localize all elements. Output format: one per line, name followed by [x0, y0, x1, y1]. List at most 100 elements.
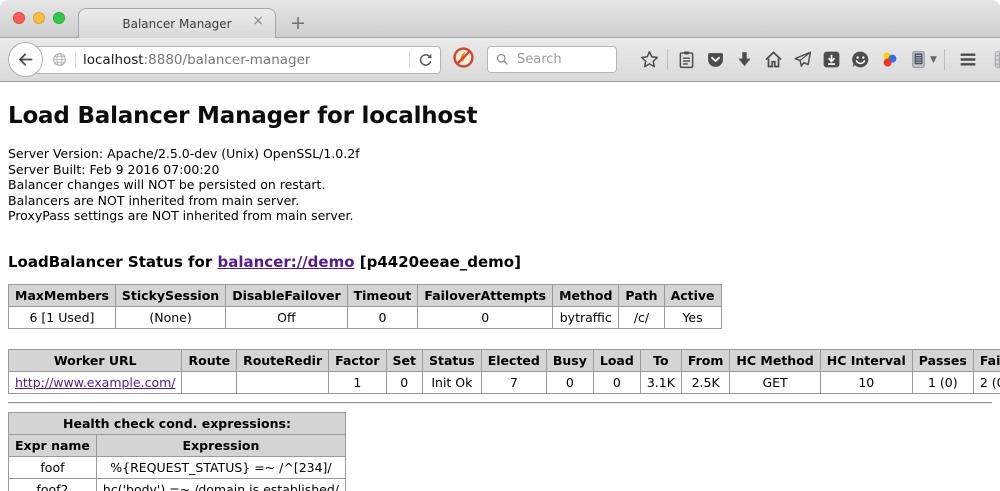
cell-expression: %{REQUEST_STATUS} =~ /^[234]/: [96, 456, 345, 478]
tab-balancer-manager[interactable]: Balancer Manager ×: [78, 8, 276, 38]
send-icon: [792, 49, 813, 70]
server-built-line: Server Built: Feb 9 2016 07:00:20: [8, 162, 992, 178]
table-title-row: Health check cond. expressions:: [9, 412, 346, 434]
tab-title: Balancer Manager: [122, 17, 231, 31]
downloads-button[interactable]: [733, 49, 755, 71]
column-header: Path: [619, 284, 664, 306]
table-row: 6 [1 Used] (None) Off 0 0 bytraffic /c/ …: [9, 306, 722, 328]
cell-fails: 2 (0): [973, 371, 1000, 393]
navigation-toolbar: localhost:8880/balancer-manager: [0, 38, 1000, 82]
zoom-window-button[interactable]: [53, 12, 65, 24]
cell-path: /c/: [619, 306, 664, 328]
dropdown-caret-icon[interactable]: ▼: [930, 55, 937, 65]
cell-worker-url: http://www.example.com/: [9, 371, 182, 393]
column-header: FailoverAttempts: [418, 284, 553, 306]
column-header: DisableFailover: [226, 284, 347, 306]
worker-url-link[interactable]: http://www.example.com/: [15, 375, 175, 390]
color-dots-icon: [879, 49, 900, 70]
persist-notice-line: Balancer changes will NOT be persisted o…: [8, 177, 992, 193]
chat-extension-button[interactable]: [849, 49, 871, 71]
column-header: Load: [593, 349, 640, 371]
cell-hc-method: GET: [730, 371, 820, 393]
balancer-settings-table: MaxMembers StickySession DisableFailover…: [8, 284, 722, 329]
cell-expr-name: foof2: [9, 478, 97, 491]
cell-to: 3.1K: [640, 371, 681, 393]
video-download-icon: [821, 49, 842, 70]
clipper-icon: [908, 49, 929, 70]
cell-elected: 7: [481, 371, 546, 393]
url-separator: [409, 51, 410, 68]
close-window-button[interactable]: [13, 12, 25, 24]
color-dots-extension-button[interactable]: [878, 49, 900, 71]
column-header: Fails: [973, 349, 1000, 371]
column-header: Elected: [481, 349, 546, 371]
bookmark-button[interactable]: [638, 49, 660, 71]
column-header: Timeout: [347, 284, 418, 306]
cell-from: 2.5K: [681, 371, 730, 393]
search-bar[interactable]: [487, 46, 617, 73]
menu-button[interactable]: [957, 49, 979, 71]
cell-hc-interval: 10: [820, 371, 912, 393]
loadbalancer-status-heading: LoadBalancer Status for balancer://demo …: [8, 253, 992, 271]
toolbar-separator: [667, 49, 668, 70]
page-title: Load Balancer Manager for localhost: [8, 103, 992, 129]
new-tab-button[interactable]: +: [290, 14, 306, 33]
column-header: Active: [664, 284, 721, 306]
close-tab-icon[interactable]: ×: [252, 14, 264, 28]
browser-window: Balancer Manager × + localhost:8880/bala…: [0, 0, 1000, 491]
video-download-button[interactable]: [820, 49, 842, 71]
cell-disablefailover: Off: [226, 306, 347, 328]
table-row: foof %{REQUEST_STATUS} =~ /^[234]/: [9, 456, 346, 478]
home-icon: [763, 49, 784, 70]
cell-expression: hc('body') =~ /domain is established/: [96, 478, 345, 491]
column-header: Route: [182, 349, 237, 371]
column-header: Status: [423, 349, 482, 371]
cell-busy: 0: [546, 371, 593, 393]
toolbar-separator: [944, 49, 945, 70]
cell-timeout: 0: [347, 306, 418, 328]
flashblock-icon[interactable]: [452, 46, 475, 73]
clipper-extension-button[interactable]: [907, 49, 929, 71]
tab-tiles-button[interactable]: [992, 49, 1000, 71]
reading-list-icon: [676, 49, 697, 70]
cell-expr-name: foof: [9, 456, 97, 478]
table-row: http://www.example.com/ 1 0 Init Ok 7 0 …: [9, 371, 1000, 393]
send-tab-button[interactable]: [791, 49, 813, 71]
status-prefix: LoadBalancer Status for: [8, 253, 217, 271]
column-header: StickySession: [115, 284, 225, 306]
column-header: RouteRedir: [237, 349, 329, 371]
cell-maxmembers: 6 [1 Used]: [9, 306, 116, 328]
minimize-window-button[interactable]: [33, 12, 45, 24]
reading-list-button[interactable]: [675, 49, 697, 71]
inherit-notice-line: Balancers are NOT inherited from main se…: [8, 193, 992, 209]
column-header: HC Interval: [820, 349, 912, 371]
column-header: Busy: [546, 349, 593, 371]
worker-table: Worker URL Route RouteRedir Factor Set S…: [8, 349, 1000, 394]
column-header: Worker URL: [9, 349, 182, 371]
pocket-button[interactable]: [704, 49, 726, 71]
reload-button[interactable]: [417, 51, 434, 68]
column-header: Passes: [912, 349, 973, 371]
column-header: Method: [553, 284, 619, 306]
back-button[interactable]: [8, 42, 43, 77]
health-check-table: Health check cond. expressions: Expr nam…: [8, 412, 346, 491]
home-button[interactable]: [762, 49, 784, 71]
column-header: HC Method: [730, 349, 820, 371]
downloads-icon: [734, 49, 755, 70]
table-header-row: Expr name Expression: [9, 434, 346, 456]
status-suffix: [p4420eeae_demo]: [355, 253, 521, 271]
reload-icon: [417, 51, 434, 68]
globe-icon: [51, 51, 68, 68]
column-header: Expression: [96, 434, 345, 456]
server-version-line: Server Version: Apache/2.5.0-dev (Unix) …: [8, 146, 992, 162]
cell-stickysession: (None): [115, 306, 225, 328]
column-header: To: [640, 349, 681, 371]
table-header-row: Worker URL Route RouteRedir Factor Set S…: [9, 349, 1000, 371]
proxypass-notice-line: ProxyPass settings are NOT inherited fro…: [8, 208, 992, 224]
column-header: Factor: [329, 349, 386, 371]
url-bar[interactable]: localhost:8880/balancer-manager: [26, 46, 441, 74]
cell-active: Yes: [664, 306, 721, 328]
pocket-icon: [705, 49, 726, 70]
balancer-demo-link[interactable]: balancer://demo: [217, 253, 354, 271]
search-input[interactable]: [515, 51, 609, 68]
